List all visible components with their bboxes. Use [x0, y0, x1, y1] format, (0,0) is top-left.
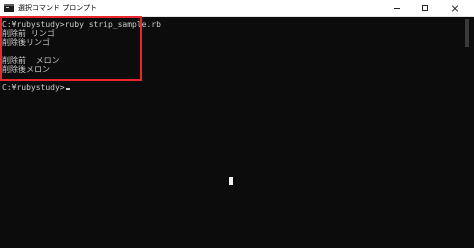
- mouse-text-cursor: [229, 177, 233, 185]
- console-prompt-line: C:¥rubystudy>: [2, 83, 462, 92]
- close-icon: [451, 4, 459, 12]
- minimize-icon: [394, 7, 400, 9]
- highlight-annotation: [0, 16, 142, 81]
- close-button[interactable]: [444, 0, 466, 16]
- window-title: 選択コマンド プロンプト: [18, 4, 98, 12]
- scrollbar-thumb[interactable]: [465, 19, 469, 47]
- console-prompt: C:¥rubystudy>: [2, 83, 65, 92]
- maximize-icon: [422, 5, 428, 11]
- text-cursor: [65, 88, 70, 90]
- command-prompt-window: 選択コマンド プロンプト C:¥rubystudy>ruby strip_sam…: [0, 0, 474, 248]
- cmd-icon: [4, 4, 14, 12]
- vertical-scrollbar[interactable]: [462, 17, 472, 248]
- maximize-button[interactable]: [414, 0, 436, 16]
- minimize-button[interactable]: [386, 0, 408, 16]
- title-bar[interactable]: 選択コマンド プロンプト: [0, 0, 474, 17]
